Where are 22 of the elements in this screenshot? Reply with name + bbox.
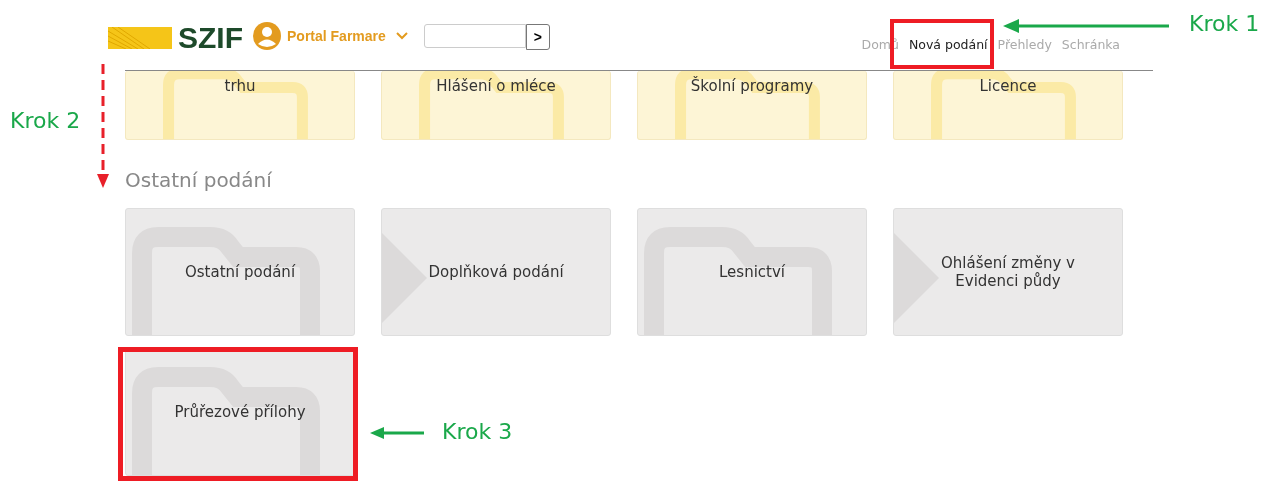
menu-tile[interactable]: Ostatní podání <box>125 208 355 336</box>
logo-text: SZIF <box>178 21 243 55</box>
menu-tile[interactable]: Lesnictví <box>637 208 867 336</box>
arrow-left-icon <box>1003 18 1169 34</box>
arrow-left-icon <box>370 425 424 441</box>
step-label: Krok 1 <box>1189 11 1260 36</box>
menu-tile[interactable]: trhu <box>125 71 355 140</box>
menu-tile[interactable]: Licence <box>893 71 1123 140</box>
nav-link[interactable]: Nová podání <box>906 36 990 52</box>
user-icon <box>253 22 281 50</box>
logo-stripes-icon <box>108 27 172 49</box>
step-label: Krok 3 <box>442 419 513 444</box>
search-field[interactable] <box>423 24 526 48</box>
menu-tile[interactable]: Doplňková podání <box>381 208 611 336</box>
menu-tile[interactable]: Školní programy <box>637 71 867 140</box>
menu-tile[interactable]: Hlášení o mléce <box>381 71 611 140</box>
chevron-down-icon <box>395 32 408 40</box>
menu-tile[interactable]: Ohlášení změny v Evidenci půdy <box>893 208 1123 336</box>
search-button[interactable]: > <box>525 24 550 50</box>
arrow-down-icon <box>96 64 110 188</box>
section-heading: Ostatní podání <box>125 168 273 192</box>
step-label: Krok 2 <box>10 108 81 133</box>
